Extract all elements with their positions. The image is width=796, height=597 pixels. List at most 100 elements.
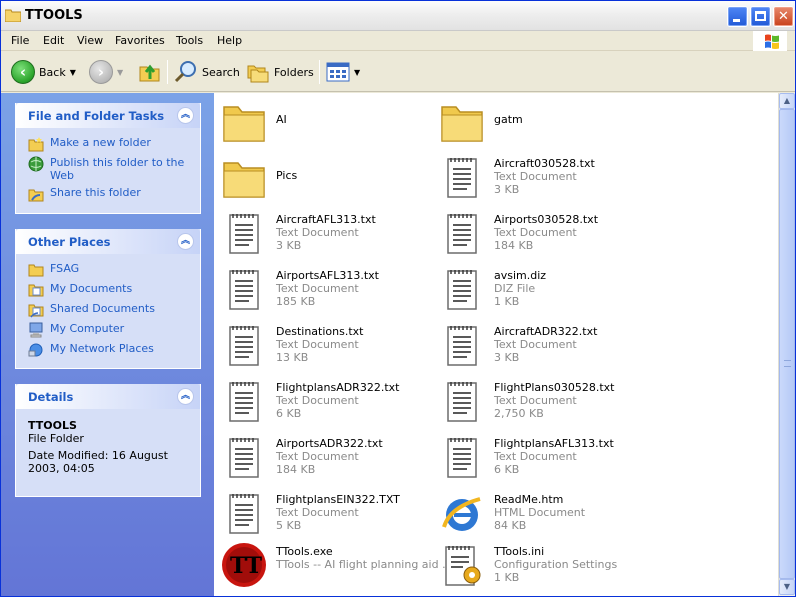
file-type: Text Document: [276, 282, 359, 295]
search-icon: [174, 61, 196, 83]
file-item[interactable]: AirportsADR322.txt Text Document 184 KB: [220, 433, 430, 481]
file-type: TTools -- AI flight planning aid ...: [276, 558, 453, 571]
menu-help[interactable]: Help: [215, 34, 244, 47]
file-name: FlightplansEIN322.TXT: [276, 493, 400, 506]
views-button[interactable]: ▼: [326, 58, 360, 86]
task-share-folder[interactable]: Share this folder: [28, 186, 190, 202]
file-name: Pics: [276, 169, 298, 182]
file-item[interactable]: Destinations.txt Text Document 13 KB: [220, 321, 430, 369]
file-item[interactable]: TTools.ini Configuration Settings 1 KB: [438, 541, 648, 589]
folder-item[interactable]: AI: [220, 97, 430, 145]
file-size: 3 KB: [276, 239, 302, 252]
details-modified: Date Modified: 16 August 2003, 04:05: [28, 449, 168, 475]
file-type: Text Document: [494, 394, 577, 407]
file-name: ReadMe.htm: [494, 493, 564, 506]
place-my-documents[interactable]: My Documents: [28, 282, 190, 298]
file-item[interactable]: FlightplansEIN322.TXT Text Document 5 KB: [220, 489, 430, 537]
panel-header[interactable]: File and Folder Tasks ︽: [16, 103, 200, 128]
file-item[interactable]: ReadMe.htm HTML Document 84 KB: [438, 489, 648, 537]
file-item[interactable]: avsim.diz DIZ File 1 KB: [438, 265, 648, 313]
panel-title: Other Places: [28, 235, 111, 249]
file-name: FlightPlans030528.txt: [494, 381, 615, 394]
file-name: Airports030528.txt: [494, 213, 599, 226]
file-item[interactable]: Aircraft030528.txt Text Document 3 KB: [438, 153, 648, 201]
details-panel: Details ︽ TTOOLS File Folder Date Modifi…: [15, 384, 201, 497]
task-label: Share this folder: [50, 186, 141, 199]
scroll-down-button[interactable]: ▼: [779, 579, 795, 595]
panel-header[interactable]: Other Places ︽: [16, 229, 200, 254]
scroll-up-button[interactable]: ▲: [779, 93, 795, 109]
file-type: Text Document: [494, 170, 577, 183]
file-item[interactable]: FlightplansADR322.txt Text Document 6 KB: [220, 377, 430, 425]
my-documents-icon: [28, 284, 44, 297]
menu-view[interactable]: View: [75, 34, 105, 47]
folders-icon: [247, 65, 269, 83]
file-item[interactable]: AircraftAFL313.txt Text Document 3 KB: [220, 209, 430, 257]
file-size: 1 KB: [494, 571, 520, 584]
place-my-network-places[interactable]: My Network Places: [28, 342, 190, 358]
scroll-thumb[interactable]: [779, 109, 795, 579]
task-make-new-folder[interactable]: Make a new folder: [28, 136, 190, 152]
collapse-icon[interactable]: ︽: [177, 388, 194, 405]
html-document-icon: [442, 497, 481, 531]
menu-favorites[interactable]: Favorites: [113, 34, 167, 47]
file-name: FlightplansADR322.txt: [276, 381, 400, 394]
menu-file[interactable]: File: [9, 34, 31, 47]
file-item[interactable]: FlightPlans030528.txt Text Document 2,750 …: [438, 377, 648, 425]
search-button[interactable]: Search: [174, 58, 240, 86]
menu-tools[interactable]: Tools: [174, 34, 205, 47]
file-item[interactable]: AircraftADR322.txt Text Document 3 KB: [438, 321, 648, 369]
text-document-icon: [229, 438, 259, 478]
minimize-button[interactable]: [727, 6, 748, 27]
back-label: Back: [39, 65, 66, 79]
file-item[interactable]: Airports030528.txt Text Document 184 KB: [438, 209, 648, 257]
file-size: 5 KB: [276, 519, 302, 532]
toolbar: ‹ Back ▼ › ▼ Search Folders ▼: [1, 52, 795, 92]
place-fsag[interactable]: FSAG: [28, 262, 190, 278]
dropdown-caret-icon[interactable]: ▼: [70, 68, 76, 77]
text-document-icon: [447, 270, 477, 310]
vertical-scrollbar[interactable]: ▲ ▼: [778, 93, 795, 596]
title-bar[interactable]: TTOOLS ✕: [1, 1, 795, 31]
file-size: 184 KB: [276, 463, 316, 476]
file-name: avsim.diz: [494, 269, 547, 282]
folder-item[interactable]: Pics: [220, 153, 430, 201]
dropdown-caret-icon[interactable]: ▼: [117, 68, 123, 77]
up-folder-button[interactable]: [138, 58, 162, 86]
menu-bar: File Edit View Favorites Tools Help: [1, 31, 795, 51]
place-label: My Documents: [50, 282, 133, 295]
folder-icon: [223, 106, 265, 142]
file-type: Text Document: [276, 394, 359, 407]
collapse-icon[interactable]: ︽: [177, 233, 194, 250]
collapse-icon[interactable]: ︽: [177, 107, 194, 124]
folders-button[interactable]: Folders: [246, 58, 314, 86]
panel-header[interactable]: Details ︽: [16, 384, 200, 409]
file-list: AI gatm Pics Aircraft030528.txt Text Documen…: [214, 93, 778, 596]
panel-title: File and Folder Tasks: [28, 109, 165, 123]
file-size: 6 KB: [276, 407, 302, 420]
search-label: Search: [202, 65, 240, 79]
file-item[interactable]: AirportsAFL313.txt Text Document 185 KB: [220, 265, 430, 313]
dropdown-caret-icon[interactable]: ▼: [354, 68, 360, 77]
shared-documents-icon: [28, 304, 44, 318]
text-document-icon: [447, 158, 477, 198]
close-button[interactable]: ✕: [773, 6, 794, 27]
folder-item[interactable]: gatm: [438, 97, 648, 145]
maximize-button[interactable]: [750, 6, 771, 27]
file-size: 13 KB: [276, 351, 309, 364]
back-arrow-icon: ‹: [11, 60, 35, 84]
other-places-panel: Other Places ︽ FSAG My Documents Shared …: [15, 229, 201, 369]
task-publish-web[interactable]: Publish this folder to the Web: [28, 156, 190, 182]
file-item[interactable]: TT TTools.exe TTools -- AI flight planning…: [220, 541, 453, 589]
file-name: AirportsADR322.txt: [276, 437, 383, 450]
menu-edit[interactable]: Edit: [41, 34, 66, 47]
place-shared-documents[interactable]: Shared Documents: [28, 302, 190, 318]
publish-web-icon: [28, 156, 44, 172]
place-my-computer[interactable]: My Computer: [28, 322, 190, 338]
back-button[interactable]: ‹ Back ▼: [11, 58, 76, 86]
folder-icon: [441, 106, 483, 142]
folder-icon: [28, 264, 44, 277]
forward-button[interactable]: › ▼: [89, 58, 123, 86]
file-item[interactable]: FlightplansAFL313.txt Text Document 6 KB: [438, 433, 648, 481]
file-size: 6 KB: [494, 463, 520, 476]
